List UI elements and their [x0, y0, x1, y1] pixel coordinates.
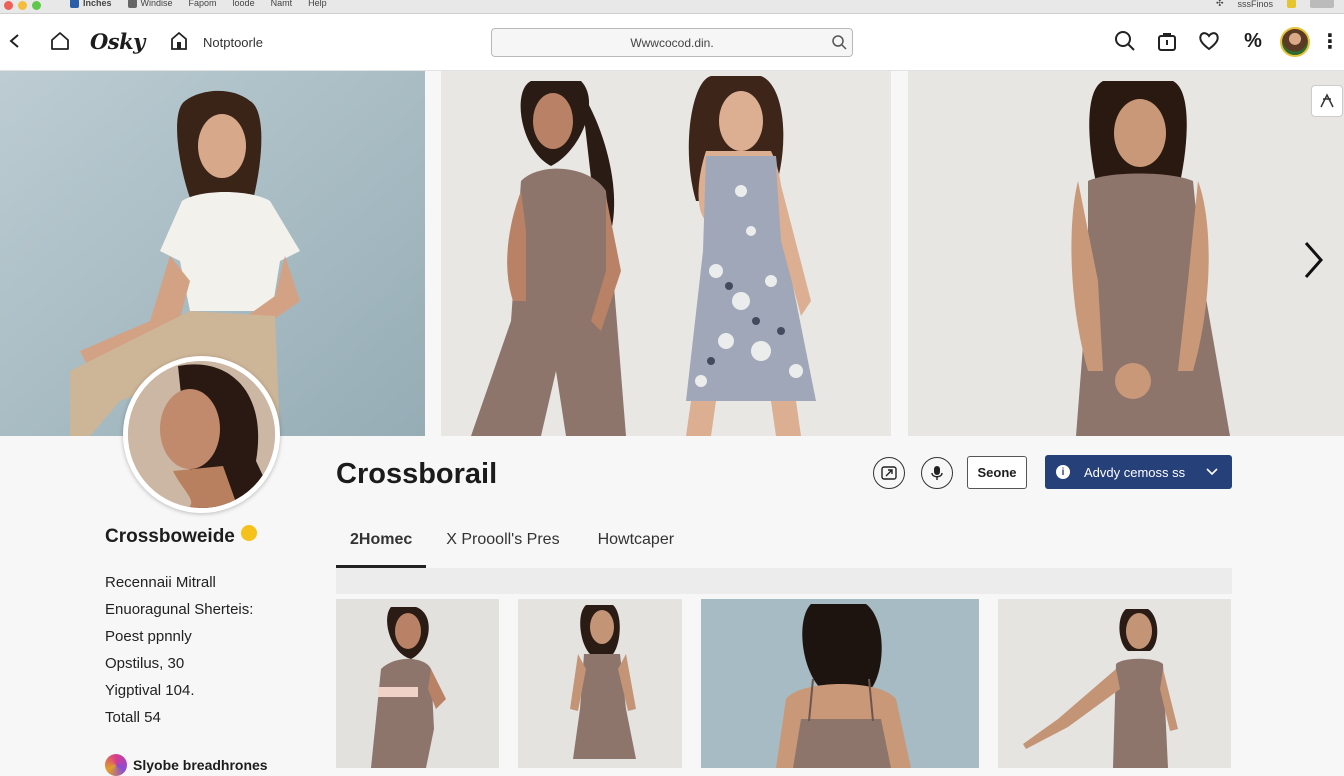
external-link-button[interactable]: [873, 457, 905, 489]
chevron-down-icon[interactable]: [1206, 468, 1218, 476]
os-menu-item[interactable]: Windise: [127, 0, 173, 8]
microphone-button[interactable]: [921, 457, 953, 489]
os-menu-bar: Inches Windise Fapom loode Namt Help ✣ s…: [0, 0, 1344, 14]
username-text: Crossboweide: [105, 526, 235, 547]
share-button[interactable]: Seone: [967, 456, 1027, 489]
microphone-icon: [931, 466, 943, 480]
maximize-window-icon[interactable]: [32, 1, 41, 10]
url-bar[interactable]: Wwwcocod.din.: [491, 28, 853, 57]
notifications-icon[interactable]: [166, 28, 192, 54]
profile-picture[interactable]: [123, 356, 280, 513]
profile-stat: Totall 54: [105, 709, 161, 726]
tab-howtcaper[interactable]: Howtcaper: [584, 528, 688, 568]
heart-icon[interactable]: [1196, 28, 1222, 54]
smile-emoji-icon: [240, 525, 257, 541]
battery-icon: [1287, 0, 1296, 8]
window-controls[interactable]: [4, 1, 41, 10]
home-icon[interactable]: [47, 28, 73, 54]
close-window-icon[interactable]: [4, 1, 13, 10]
info-icon: i: [1056, 465, 1070, 479]
window-icon: [127, 0, 137, 8]
os-status-text: sssFinos: [1237, 0, 1273, 9]
search-icon[interactable]: [831, 34, 847, 53]
grid-photo-4[interactable]: [998, 599, 1231, 768]
app-icon: [70, 0, 79, 8]
grid-photo-3[interactable]: [701, 599, 979, 768]
pin-icon[interactable]: [1311, 85, 1343, 117]
percent-icon[interactable]: %: [1240, 28, 1266, 54]
control-center-icon[interactable]: [1310, 0, 1334, 8]
profile-tabs: 2Homec X Proooll's Pres Howtcaper: [336, 528, 1232, 568]
os-menu-item[interactable]: Help: [308, 0, 327, 8]
url-text[interactable]: Wwwcocod.din.: [492, 36, 852, 50]
more-icon[interactable]: ⋮: [1317, 28, 1343, 54]
next-arrow-icon[interactable]: [1296, 238, 1330, 282]
tab-pools[interactable]: X Proooll's Pres: [432, 528, 573, 568]
grid-photo-1[interactable]: [336, 599, 499, 768]
profile-stat: Poest ppnnly: [105, 628, 192, 645]
page-title: Crossborail: [336, 458, 498, 490]
primary-action-button[interactable]: i Advdy cemoss ss: [1045, 455, 1232, 489]
profile-stat: Enuoragunal Sherteis:: [105, 601, 254, 618]
app-logo[interactable]: Osky: [90, 29, 145, 54]
back-icon[interactable]: [2, 28, 28, 54]
hero-photo-3[interactable]: [908, 71, 1344, 436]
tab-home[interactable]: 2Homec: [336, 528, 427, 568]
primary-action-label: Advdy cemoss ss: [1084, 464, 1186, 480]
os-menu-item[interactable]: loode: [233, 0, 255, 8]
profile-badge[interactable]: Slyobe breadhrones: [105, 754, 268, 776]
os-menu-item[interactable]: Fapom: [189, 0, 217, 8]
os-menu-item[interactable]: Inches: [70, 0, 112, 8]
os-status-area: ✣ sssFinos: [1216, 0, 1334, 9]
app-top-bar: Osky Notptoorle Wwwcocod.din. % ⋮: [0, 14, 1344, 71]
settings-icon[interactable]: ✣: [1216, 0, 1224, 9]
bag-icon[interactable]: [1154, 28, 1180, 54]
profile-stat: Recennaii Mitrall: [105, 574, 216, 591]
os-menu-item[interactable]: Namt: [271, 0, 293, 8]
user-avatar[interactable]: [1280, 27, 1310, 57]
os-menus: Inches Windise Fapom loode Namt Help: [70, 0, 327, 8]
badge-label: Slyobe breadhrones: [133, 757, 268, 773]
profile-stat: Yigptival 104.: [105, 682, 195, 699]
minimize-window-icon[interactable]: [18, 1, 27, 10]
profile-sidebar: Crossboweide Recennaii Mitrall Enuoragun…: [105, 525, 320, 736]
external-link-icon: [881, 466, 897, 480]
profile-username: Crossboweide: [105, 525, 320, 548]
profile-stat: Opstilus, 30: [105, 655, 185, 672]
tab-divider: [336, 568, 1232, 594]
hero-photo-2[interactable]: [441, 71, 891, 436]
grid-photo-2[interactable]: [518, 599, 682, 768]
badge-icon: [105, 754, 127, 776]
search-icon[interactable]: [1112, 28, 1138, 54]
page-link[interactable]: Notptoorle: [203, 35, 263, 50]
